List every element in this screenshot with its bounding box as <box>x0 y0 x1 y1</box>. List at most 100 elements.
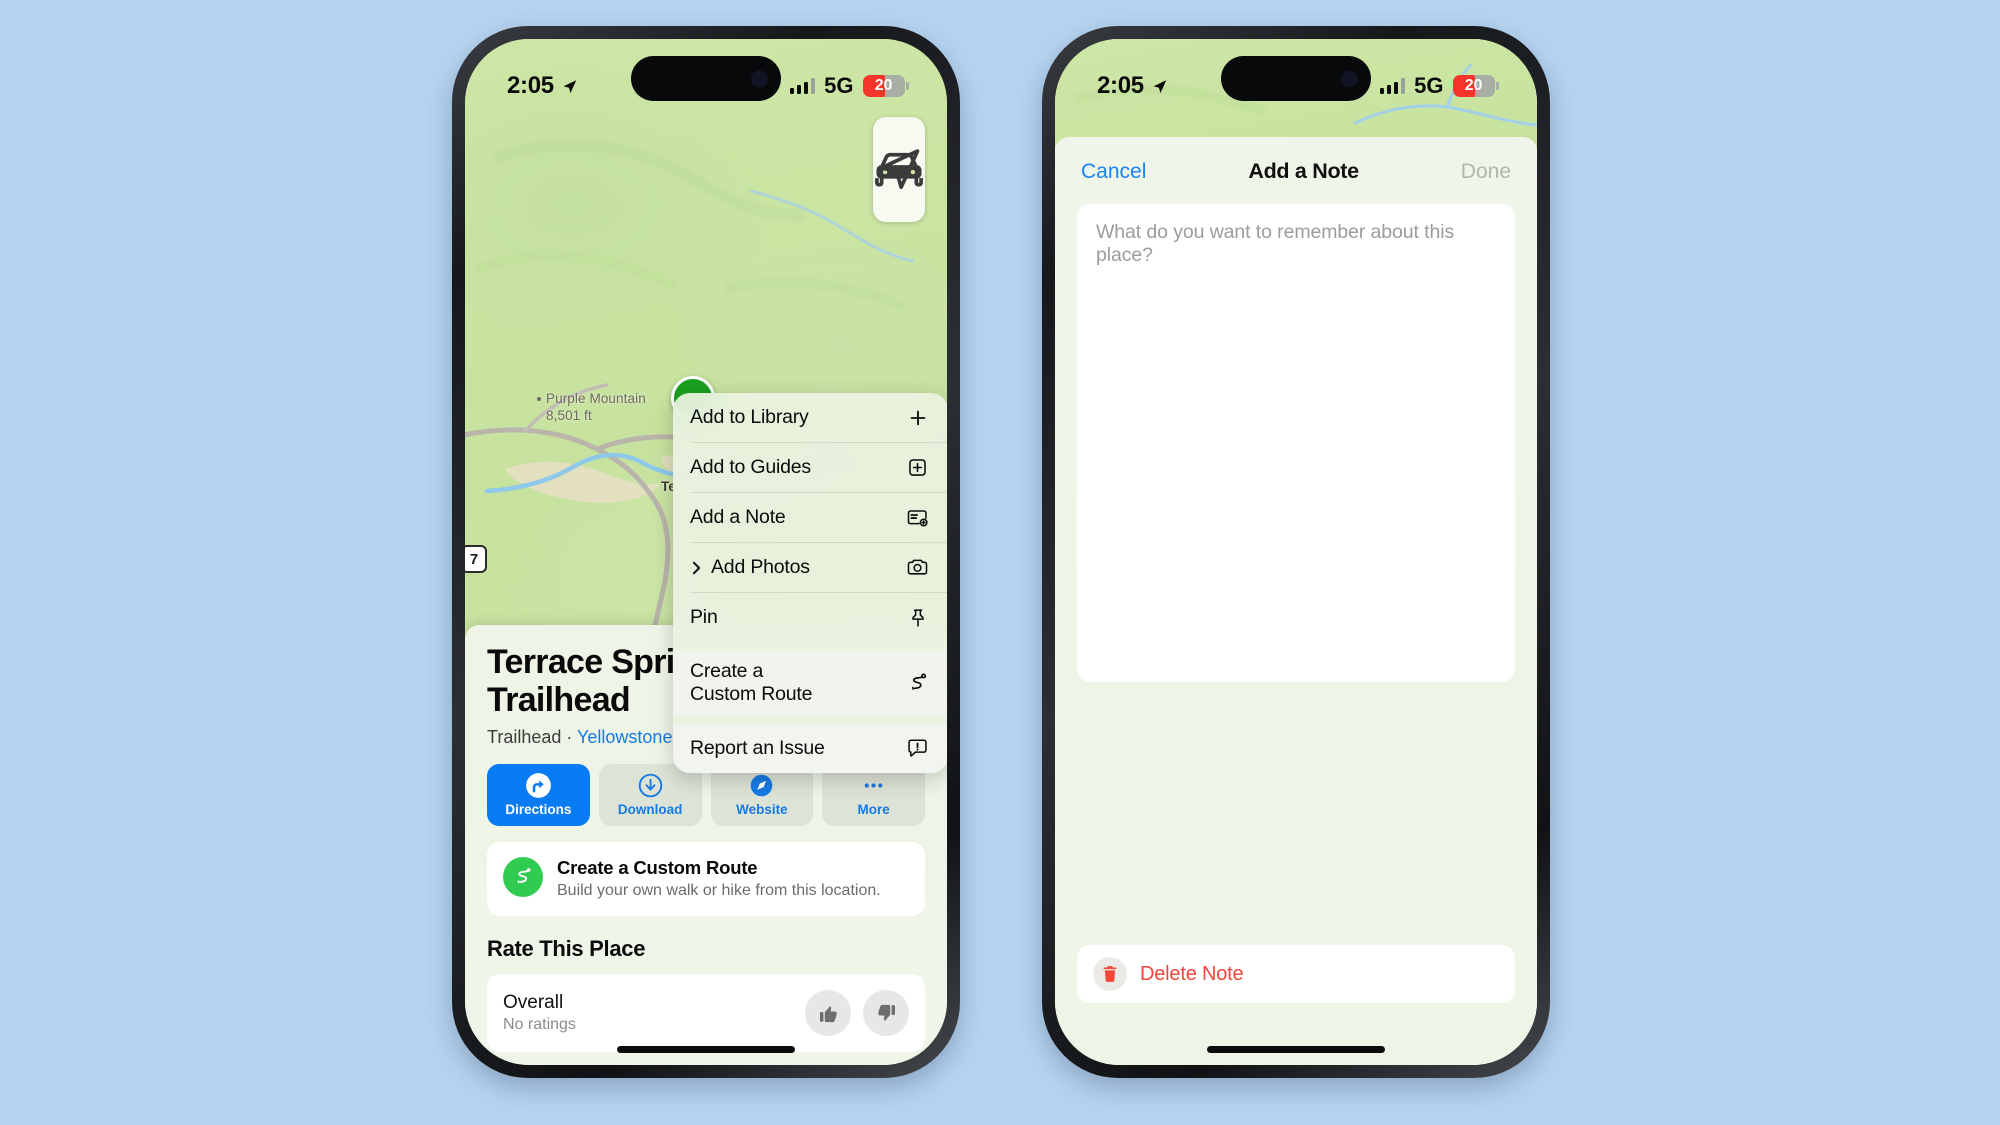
directions-arrow-icon <box>525 772 552 799</box>
custom-route-description: Build your own walk or hike from this lo… <box>557 881 881 899</box>
thumbs-up-icon <box>819 1005 837 1022</box>
create-custom-route-card[interactable]: Create a Custom Route Build your own wal… <box>487 841 925 917</box>
menu-item-pin[interactable]: Pin <box>673 593 947 642</box>
more-label: More <box>857 802 890 818</box>
rating-value: No ratings <box>503 1016 576 1034</box>
custom-route-title: Create a Custom Route <box>557 856 758 878</box>
context-menu-group-1: Add to Library Add to Guides Add a Note … <box>673 393 947 642</box>
note-title: Add a Note <box>1248 159 1359 183</box>
location-arrow-icon <box>563 79 577 93</box>
cancel-button[interactable]: Cancel <box>1081 160 1146 184</box>
custom-route-text: Create a Custom Route Build your own wal… <box>557 857 881 901</box>
menu-item-report-an-issue[interactable]: Report an Issue <box>673 724 947 773</box>
rate-this-place-heading: Rate This Place <box>487 936 646 962</box>
status-time: 2:05 <box>507 72 554 99</box>
camera-icon <box>904 556 931 579</box>
delete-note-label: Delete Note <box>1140 962 1244 985</box>
rating-buttons <box>805 990 909 1037</box>
website-button[interactable]: Website <box>710 763 814 826</box>
menu-item-add-to-library[interactable]: Add to Library <box>673 393 947 442</box>
location-arrow-icon <box>879 149 920 190</box>
phone-right-screen: Cancel Add a Note Done What do you want … <box>1055 39 1537 1065</box>
location-arrow-icon <box>1153 79 1167 93</box>
place-context-menu: Add to Library Add to Guides Add a Note … <box>673 393 947 773</box>
custom-route-icon <box>517 868 530 884</box>
battery-nub <box>1496 82 1499 90</box>
rating-text: Overall No ratings <box>503 992 576 1034</box>
download-label: Download <box>617 802 683 818</box>
done-button[interactable]: Done <box>1461 160 1511 184</box>
cellular-bars-icon <box>1379 78 1406 94</box>
battery-indicator: 20 <box>862 75 909 97</box>
battery-icon: 20 <box>1452 75 1495 97</box>
status-time-group: 2:05 <box>1097 72 1168 100</box>
highway-shield-icon: 7 <box>465 545 487 573</box>
delete-note-button[interactable]: Delete Note <box>1077 945 1515 1003</box>
menu-item-label: Add to Library <box>690 406 809 428</box>
note-add-icon <box>904 506 931 529</box>
cellular-bars-icon <box>789 78 816 94</box>
note-text-area[interactable]: What do you want to remember about this … <box>1077 204 1515 682</box>
pin-icon <box>904 607 931 629</box>
menu-item-label: Add to Guides <box>690 456 811 478</box>
status-indicators: 5G 20 <box>1379 73 1499 99</box>
menu-item-label: Add a Note <box>690 506 786 528</box>
report-issue-icon <box>904 737 931 760</box>
map-point-dot <box>537 397 541 402</box>
battery-indicator: 20 <box>1452 75 1499 97</box>
dynamic-island <box>631 56 781 101</box>
battery-percent: 20 <box>1464 77 1483 94</box>
place-action-row: Directions Download Website More <box>487 763 925 826</box>
custom-route-badge <box>503 856 543 897</box>
rating-row: Overall No ratings <box>487 974 925 1053</box>
status-network: 5G <box>1414 73 1444 98</box>
note-placeholder: What do you want to remember about this … <box>1096 221 1455 266</box>
menu-item-label: Pin <box>690 606 718 628</box>
home-indicator[interactable] <box>617 1046 795 1053</box>
place-category-link[interactable]: Yellowstone <box>577 727 672 747</box>
thumbs-up-button[interactable] <box>805 990 851 1037</box>
note-navigation-bar: Cancel Add a Note Done <box>1055 137 1537 184</box>
compass-icon <box>748 772 775 799</box>
phone-device-right: Cancel Add a Note Done What do you want … <box>1042 26 1550 1078</box>
screenshot-stage: Purple Mountain 8,501 ft Te 7 Terrace Sp… <box>0 0 2000 1125</box>
thumbs-down-button[interactable] <box>863 990 909 1037</box>
front-camera-lens <box>1341 70 1358 87</box>
battery-icon: 20 <box>862 75 905 97</box>
map-label-purple-mountain: Purple Mountain 8,501 ft <box>537 391 646 425</box>
battery-percent: 20 <box>874 77 893 94</box>
website-label: Website <box>736 802 788 818</box>
menu-item-label: Report an Issue <box>690 737 825 759</box>
battery-nub <box>906 82 909 90</box>
add-note-panel: Cancel Add a Note Done What do you want … <box>1055 137 1537 1065</box>
menu-item-create-custom-route[interactable]: Create a Custom Route <box>673 650 947 716</box>
phone-left-screen: Purple Mountain 8,501 ft Te 7 Terrace Sp… <box>465 39 947 1065</box>
menu-item-add-to-guides[interactable]: Add to Guides <box>673 443 947 492</box>
menu-item-label: Add Photos <box>711 556 810 578</box>
phone-device-left: Purple Mountain 8,501 ft Te 7 Terrace Sp… <box>452 26 960 1078</box>
context-menu-group-3: Report an Issue <box>673 724 947 773</box>
ellipsis-icon <box>860 772 887 799</box>
dynamic-island <box>1221 56 1371 101</box>
map-controls-stack <box>873 117 925 222</box>
download-button[interactable]: Download <box>598 763 702 826</box>
directions-button[interactable]: Directions <box>487 763 590 826</box>
recenter-button[interactable] <box>873 149 925 222</box>
directions-label: Directions <box>505 802 572 818</box>
context-menu-group-2: Create a Custom Route <box>673 650 947 716</box>
trash-icon <box>1103 966 1117 982</box>
plus-icon <box>904 407 931 429</box>
status-time-group: 2:05 <box>507 72 578 100</box>
menu-item-add-photos[interactable]: Add Photos <box>673 543 947 592</box>
download-circle-icon <box>637 772 664 799</box>
add-note-screen: Cancel Add a Note Done What do you want … <box>1055 39 1537 1065</box>
status-time: 2:05 <box>1097 72 1144 99</box>
home-indicator[interactable] <box>1207 1046 1385 1053</box>
delete-icon-badge <box>1093 957 1127 991</box>
menu-item-add-a-note[interactable]: Add a Note <box>673 493 947 542</box>
rating-label: Overall <box>503 992 564 1014</box>
menu-item-label: Create a Custom Route <box>690 660 813 705</box>
thumbs-down-icon <box>877 1004 895 1021</box>
more-button[interactable]: More <box>822 763 925 826</box>
status-indicators: 5G 20 <box>789 73 909 99</box>
